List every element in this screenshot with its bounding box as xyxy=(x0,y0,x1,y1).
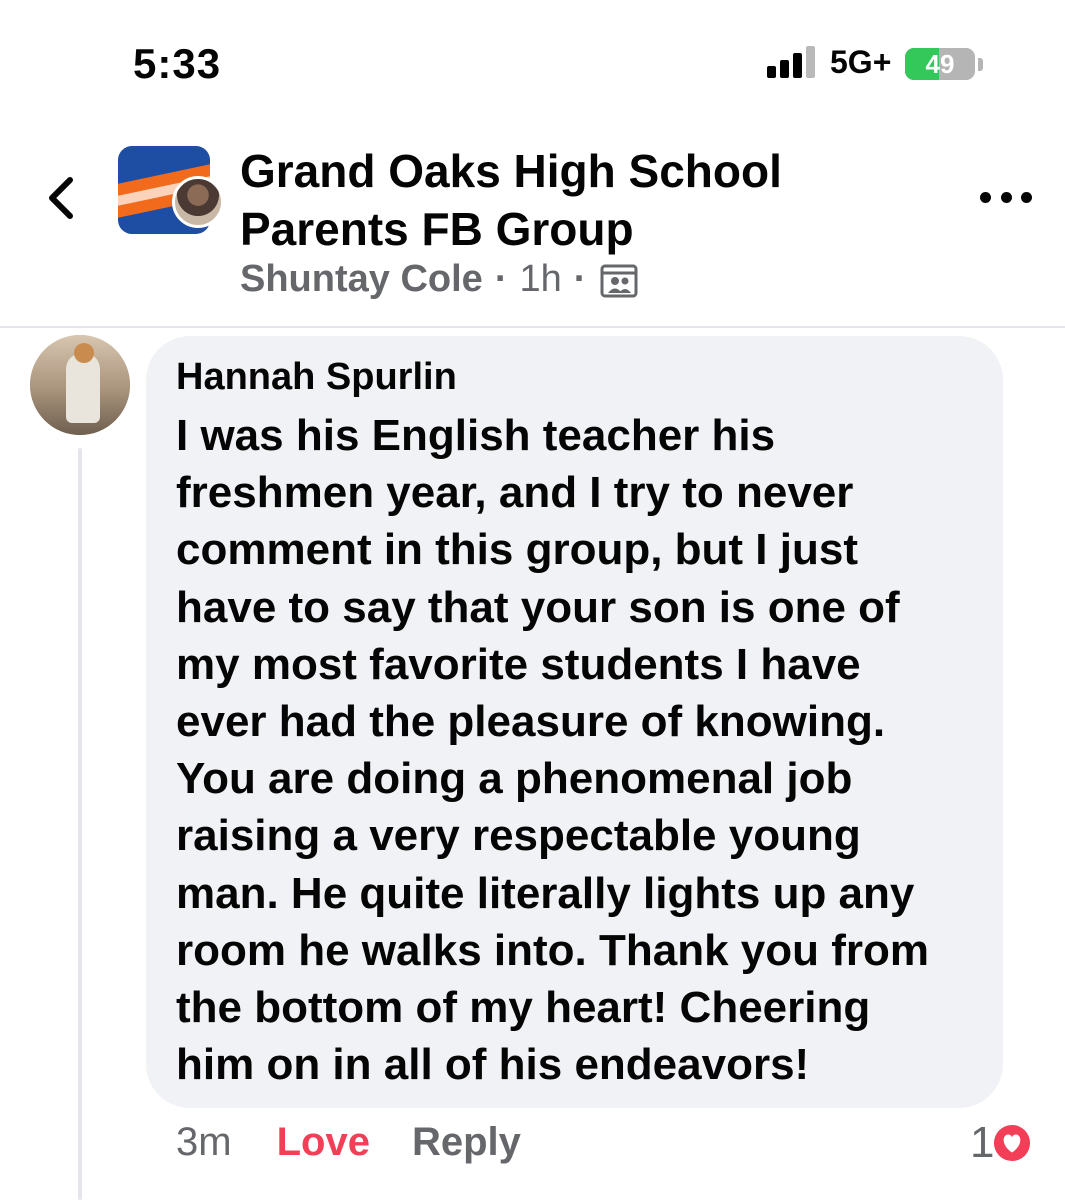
meta-separator: · xyxy=(494,258,508,300)
group-title-line2: Parents FB Group xyxy=(240,203,634,255)
love-button[interactable]: Love xyxy=(277,1120,370,1165)
love-reaction-icon xyxy=(990,1121,1035,1165)
battery-nub xyxy=(978,58,983,71)
status-time: 5:33 xyxy=(133,40,222,87)
chevron-left-icon xyxy=(49,177,73,219)
meta-separator: · xyxy=(573,258,587,300)
group-members-icon xyxy=(600,264,638,297)
status-bar: 5:33 5G+ 49 xyxy=(0,0,1065,110)
post-time[interactable]: 1h xyxy=(519,258,561,301)
commenter-avatar[interactable] xyxy=(30,335,130,435)
comment-actions: 3m Love Reply xyxy=(176,1120,521,1165)
comment-author[interactable]: Hannah Spurlin xyxy=(176,356,457,399)
battery-percent: 49 xyxy=(925,48,955,79)
network-type: 5G+ xyxy=(830,44,892,80)
post-author[interactable]: Shuntay Cole xyxy=(240,258,483,301)
back-button[interactable] xyxy=(36,168,86,228)
thread-line xyxy=(78,448,82,1200)
group-title-line1: Grand Oaks High School xyxy=(240,145,782,197)
cellular-signal-icon xyxy=(767,46,817,78)
comment-time: 3m xyxy=(176,1120,232,1164)
group-title[interactable]: Grand Oaks High School Parents FB Group xyxy=(240,142,960,258)
post-meta: Shuntay Cole · 1h · xyxy=(240,258,638,301)
reaction-summary[interactable]: 1 xyxy=(970,1118,1035,1168)
more-options-button[interactable] xyxy=(980,182,1032,212)
divider xyxy=(0,326,1065,328)
battery-icon: 49 xyxy=(905,48,975,80)
poster-avatar[interactable] xyxy=(172,176,224,228)
reply-button[interactable]: Reply xyxy=(412,1120,521,1165)
more-horizontal-icon xyxy=(980,191,991,203)
comment-text: I was his English teacher his freshmen y… xyxy=(176,411,929,1090)
